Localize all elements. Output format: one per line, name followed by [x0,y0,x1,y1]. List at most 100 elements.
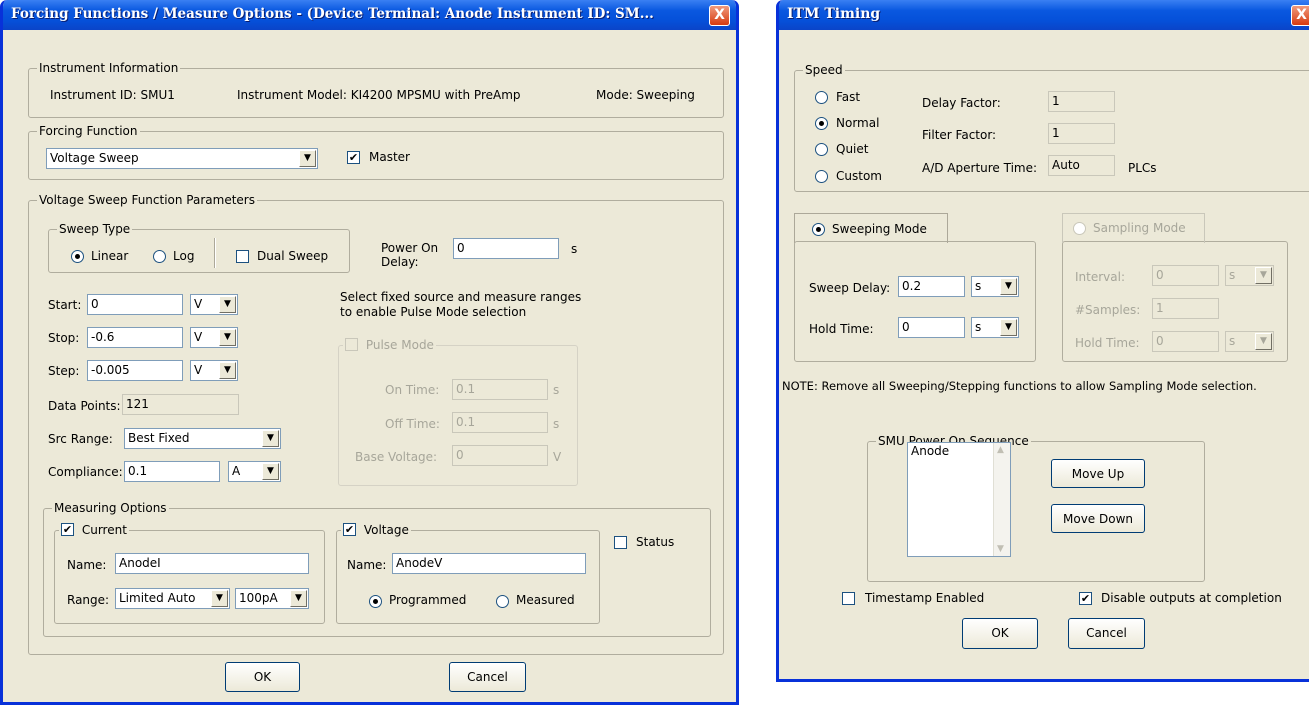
start-unit-select[interactable]: V ▼ [190,294,238,315]
power-on-sequence-group: SMU Power On Sequence Anode ▲ ▼ Move Up … [867,434,1205,582]
group-label: Measuring Options [52,501,169,515]
chevron-down-icon[interactable]: ▼ [290,590,307,607]
quiet-radio[interactable] [815,143,828,156]
select-value: s [975,320,982,334]
itm-cancel-button[interactable]: Cancel [1068,618,1145,649]
power-on-sequence-list[interactable]: Anode ▲ ▼ [907,442,1011,557]
power-on-delay-input[interactable]: 0 [453,238,559,259]
group-label: Sweep Type [57,222,133,236]
cancel-button[interactable]: Cancel [449,662,526,692]
instrument-model: Instrument Model: KI4200 MPSMU with PreA… [237,88,521,102]
move-down-button[interactable]: Move Down [1051,504,1145,533]
scroll-up-icon[interactable]: ▲ [997,445,1004,455]
chevron-down-icon[interactable]: ▼ [211,590,228,607]
current-group: ✔ Current Name: AnodeI Range: Limited Au… [54,523,325,624]
measured-radio[interactable] [496,595,509,608]
current-range-select[interactable]: Limited Auto ▼ [115,588,230,609]
close-icon[interactable]: X [1291,5,1309,26]
title-bar[interactable]: Forcing Functions / Measure Options - (D… [3,0,736,30]
current-checkbox[interactable]: ✔ [61,523,74,536]
normal-radio[interactable] [815,117,828,130]
sweep-delay-input[interactable]: 0.2 [898,276,965,297]
filter-factor-input[interactable]: 1 [1048,123,1115,144]
sampling-note: NOTE: Remove all Sweeping/Stepping funct… [782,379,1257,393]
current-name-input[interactable]: AnodeI [115,553,309,574]
on-time-unit: s [553,383,560,397]
sampling-hold-input: 0 [1152,331,1219,352]
voltage-header: ✔ Voltage [341,523,411,537]
stop-input[interactable]: -0.6 [87,327,183,348]
dual-sweep-checkbox[interactable] [236,250,249,263]
chevron-down-icon[interactable]: ▼ [262,430,279,447]
tab-sweeping-mode[interactable] [794,213,948,243]
sampling-mode-label: Sampling Mode [1093,221,1186,235]
title-bar[interactable]: ITM Timing X [779,0,1309,30]
ad-aperture-input[interactable]: Auto [1048,155,1115,176]
sweep-delay-unit-select[interactable]: s ▼ [971,276,1019,297]
select-value: 100pA [239,591,278,605]
disable-outputs-checkbox[interactable]: ✔ [1079,592,1092,605]
group-label: Instrument Information [37,61,181,75]
select-value: Voltage Sweep [50,151,139,165]
master-checkbox[interactable]: ✔ [347,151,360,164]
custom-label: Custom [836,169,882,183]
step-input[interactable]: -0.005 [87,360,183,381]
forcing-functions-dialog: Forcing Functions / Measure Options - (D… [0,0,739,705]
start-input[interactable]: 0 [87,294,183,315]
interval-input: 0 [1152,265,1219,286]
custom-radio[interactable] [815,170,828,183]
tab-sampling-mode: Sampling Mode [1062,213,1205,243]
ok-button[interactable]: OK [225,662,300,692]
base-voltage-input[interactable]: 0 [452,445,548,466]
chevron-down-icon[interactable]: ▼ [1000,319,1017,336]
current-header: ✔ Current [59,523,129,537]
scroll-down-icon[interactable]: ▼ [997,544,1004,554]
log-label: Log [173,249,195,263]
move-up-button[interactable]: Move Up [1051,459,1145,488]
scrollbar[interactable]: ▲ ▼ [993,443,1010,556]
chevron-down-icon[interactable]: ▼ [219,362,236,379]
log-radio[interactable] [153,250,166,263]
step-unit-select[interactable]: V ▼ [190,360,238,381]
hold-time-input[interactable]: 0 [898,317,965,338]
voltage-label: Voltage [363,523,409,537]
fast-radio[interactable] [815,91,828,104]
forcing-function-select[interactable]: Voltage Sweep ▼ [46,148,318,169]
chevron-down-icon[interactable]: ▼ [1000,278,1017,295]
interval-unit-select: s ▼ [1225,265,1274,286]
select-value: A [232,464,241,478]
chevron-down-icon[interactable]: ▼ [219,296,236,313]
status-checkbox[interactable] [614,536,627,549]
sampling-hold-label: Hold Time: [1075,336,1140,350]
voltage-checkbox[interactable]: ✔ [343,523,356,536]
off-time-input[interactable]: 0.1 [452,412,548,433]
src-range-select[interactable]: Best Fixed ▼ [124,428,281,449]
interval-label: Interval: [1075,270,1125,284]
power-on-unit: s [571,242,578,256]
voltage-group: ✔ Voltage Name: AnodeV Programmed Measur… [336,523,600,624]
sweep-type-group: Sweep Type Linear Log Dual Sweep [48,222,350,273]
linear-radio[interactable] [71,250,84,263]
hold-time-unit-select[interactable]: s ▼ [971,317,1019,338]
voltage-name-input[interactable]: AnodeV [392,553,586,574]
close-icon[interactable]: X [709,5,730,26]
current-range-limit-select[interactable]: 100pA ▼ [235,588,309,609]
sweep-params-group: Voltage Sweep Function Parameters Sweep … [28,193,724,655]
chevron-down-icon[interactable]: ▼ [299,150,316,167]
chevron-down-icon[interactable]: ▼ [262,463,279,480]
itm-ok-button[interactable]: OK [962,618,1038,649]
select-value: s [1229,268,1236,282]
delay-factor-input[interactable]: 1 [1048,91,1115,112]
src-range-label: Src Range: [48,432,113,446]
stop-unit-select[interactable]: V ▼ [190,327,238,348]
compliance-input[interactable]: 0.1 [124,461,220,482]
timestamp-checkbox[interactable] [842,592,855,605]
group-label: Speed [803,63,845,77]
compliance-label: Compliance: [48,465,123,479]
pulse-mode-checkbox[interactable] [345,338,358,351]
programmed-radio[interactable] [369,595,382,608]
on-time-input[interactable]: 0.1 [452,379,548,400]
chevron-down-icon[interactable]: ▼ [219,329,236,346]
compliance-unit-select[interactable]: A ▼ [228,461,281,482]
quiet-label: Quiet [836,142,869,156]
